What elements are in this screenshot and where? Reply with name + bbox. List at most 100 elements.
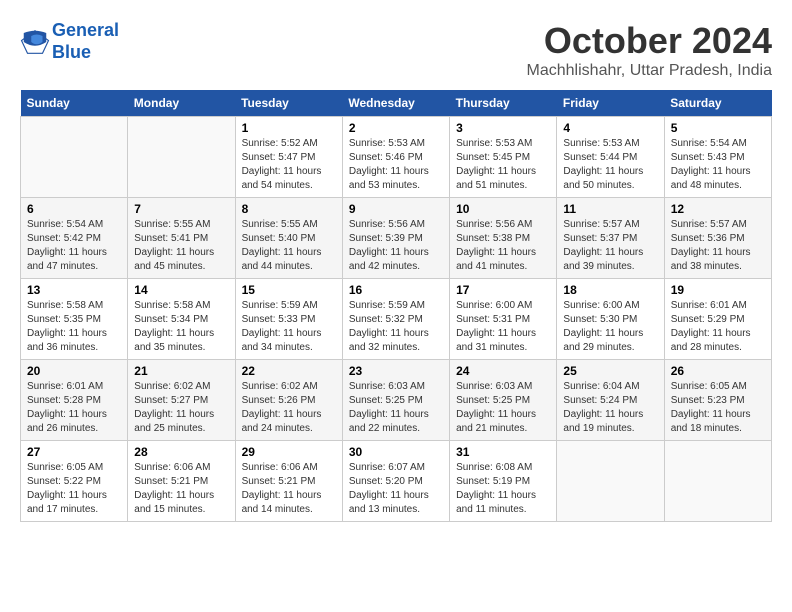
calendar-table: SundayMondayTuesdayWednesdayThursdayFrid… <box>20 90 772 522</box>
day-number: 18 <box>563 283 657 297</box>
day-number: 14 <box>134 283 228 297</box>
day-info: Sunrise: 5:58 AM Sunset: 5:35 PM Dayligh… <box>27 299 121 355</box>
weekday-header-wednesday: Wednesday <box>342 90 449 117</box>
day-number: 28 <box>134 445 228 459</box>
logo-icon <box>20 27 50 57</box>
calendar-cell: 10Sunrise: 5:56 AM Sunset: 5:38 PM Dayli… <box>450 198 557 279</box>
day-number: 29 <box>242 445 336 459</box>
calendar-cell: 6Sunrise: 5:54 AM Sunset: 5:42 PM Daylig… <box>21 198 128 279</box>
header: General Blue October 2024 Machhlishahr, … <box>20 20 772 80</box>
calendar-cell: 18Sunrise: 6:00 AM Sunset: 5:30 PM Dayli… <box>557 279 664 360</box>
calendar-cell: 22 Sunrise: 6:02 AM Sunset: 5:26 PM Dayli… <box>235 360 342 441</box>
day-info: Sunrise: 6:01 AM Sunset: 5:29 PM Dayligh… <box>671 299 765 355</box>
calendar-cell: 28Sunrise: 6:06 AM Sunset: 5:21 PM Dayli… <box>128 441 235 522</box>
calendar-cell: 13 Sunrise: 5:58 AM Sunset: 5:35 PM Dayli… <box>21 279 128 360</box>
weekday-header-sunday: Sunday <box>21 90 128 117</box>
day-number: 27 <box>27 445 121 459</box>
day-number: 22 <box>242 364 336 378</box>
day-number: 24 <box>456 364 550 378</box>
day-info: Sunrise: 5:52 AM Sunset: 5:47 PM Dayligh… <box>242 137 336 193</box>
day-number: 8 <box>242 202 336 216</box>
calendar-cell: 11Sunrise: 5:57 AM Sunset: 5:37 PM Dayli… <box>557 198 664 279</box>
day-info: Sunrise: 5:57 AM Sunset: 5:37 PM Dayligh… <box>563 218 657 274</box>
day-info: Sunrise: 6:05 AM Sunset: 5:22 PM Dayligh… <box>27 461 121 517</box>
day-number: 15 <box>242 283 336 297</box>
calendar-cell: 4Sunrise: 5:53 AM Sunset: 5:44 PM Daylig… <box>557 117 664 198</box>
month-title: October 2024 <box>527 20 772 62</box>
day-number: 21 <box>134 364 228 378</box>
day-info: Sunrise: 5:55 AM Sunset: 5:40 PM Dayligh… <box>242 218 336 274</box>
calendar-cell: 27 Sunrise: 6:05 AM Sunset: 5:22 PM Dayli… <box>21 441 128 522</box>
calendar-cell: 21 Sunrise: 6:02 AM Sunset: 5:27 PM Dayli… <box>128 360 235 441</box>
day-info: Sunrise: 6:02 AM Sunset: 5:27 PM Dayligh… <box>134 380 228 436</box>
day-number: 26 <box>671 364 765 378</box>
day-info: Sunrise: 6:03 AM Sunset: 5:25 PM Dayligh… <box>349 380 443 436</box>
logo-line1: General <box>52 20 119 40</box>
day-number: 2 <box>349 121 443 135</box>
day-info: Sunrise: 5:54 AM Sunset: 5:43 PM Dayligh… <box>671 137 765 193</box>
calendar-cell: 1 Sunrise: 5:52 AM Sunset: 5:47 PM Daylig… <box>235 117 342 198</box>
week-row-2: 6Sunrise: 5:54 AM Sunset: 5:42 PM Daylig… <box>21 198 772 279</box>
day-number: 17 <box>456 283 550 297</box>
day-number: 25 <box>563 364 657 378</box>
location-title: Machhlishahr, Uttar Pradesh, India <box>527 62 772 80</box>
day-info: Sunrise: 6:07 AM Sunset: 5:20 PM Dayligh… <box>349 461 443 517</box>
weekday-header-tuesday: Tuesday <box>235 90 342 117</box>
day-info: Sunrise: 5:59 AM Sunset: 5:32 PM Dayligh… <box>349 299 443 355</box>
day-info: Sunrise: 5:53 AM Sunset: 5:46 PM Dayligh… <box>349 137 443 193</box>
logo: General Blue <box>20 20 119 63</box>
calendar-cell: 16 Sunrise: 5:59 AM Sunset: 5:32 PM Dayli… <box>342 279 449 360</box>
day-info: Sunrise: 5:56 AM Sunset: 5:38 PM Dayligh… <box>456 218 550 274</box>
calendar-cell: 24 Sunrise: 6:03 AM Sunset: 5:25 PM Dayli… <box>450 360 557 441</box>
calendar-cell: 25 Sunrise: 6:04 AM Sunset: 5:24 PM Dayli… <box>557 360 664 441</box>
calendar-cell: 23 Sunrise: 6:03 AM Sunset: 5:25 PM Dayli… <box>342 360 449 441</box>
day-info: Sunrise: 6:03 AM Sunset: 5:25 PM Dayligh… <box>456 380 550 436</box>
day-info: Sunrise: 6:01 AM Sunset: 5:28 PM Dayligh… <box>27 380 121 436</box>
logo-line2: Blue <box>52 42 91 62</box>
day-info: Sunrise: 6:00 AM Sunset: 5:31 PM Dayligh… <box>456 299 550 355</box>
calendar-cell: 8 Sunrise: 5:55 AM Sunset: 5:40 PM Daylig… <box>235 198 342 279</box>
day-number: 5 <box>671 121 765 135</box>
day-number: 23 <box>349 364 443 378</box>
week-row-4: 20Sunrise: 6:01 AM Sunset: 5:28 PM Dayli… <box>21 360 772 441</box>
weekday-header-friday: Friday <box>557 90 664 117</box>
day-info: Sunrise: 5:58 AM Sunset: 5:34 PM Dayligh… <box>134 299 228 355</box>
day-number: 12 <box>671 202 765 216</box>
calendar-cell: 17 Sunrise: 6:00 AM Sunset: 5:31 PM Dayli… <box>450 279 557 360</box>
week-row-3: 13 Sunrise: 5:58 AM Sunset: 5:35 PM Dayli… <box>21 279 772 360</box>
day-number: 6 <box>27 202 121 216</box>
calendar-cell <box>557 441 664 522</box>
calendar-cell: 26 Sunrise: 6:05 AM Sunset: 5:23 PM Dayli… <box>664 360 771 441</box>
calendar-cell: 20Sunrise: 6:01 AM Sunset: 5:28 PM Dayli… <box>21 360 128 441</box>
calendar-cell: 9 Sunrise: 5:56 AM Sunset: 5:39 PM Daylig… <box>342 198 449 279</box>
calendar-cell: 29 Sunrise: 6:06 AM Sunset: 5:21 PM Dayli… <box>235 441 342 522</box>
day-info: Sunrise: 6:05 AM Sunset: 5:23 PM Dayligh… <box>671 380 765 436</box>
day-number: 13 <box>27 283 121 297</box>
day-info: Sunrise: 5:59 AM Sunset: 5:33 PM Dayligh… <box>242 299 336 355</box>
day-info: Sunrise: 6:06 AM Sunset: 5:21 PM Dayligh… <box>242 461 336 517</box>
week-row-5: 27 Sunrise: 6:05 AM Sunset: 5:22 PM Dayli… <box>21 441 772 522</box>
day-number: 7 <box>134 202 228 216</box>
day-info: Sunrise: 6:04 AM Sunset: 5:24 PM Dayligh… <box>563 380 657 436</box>
logo-text: General Blue <box>52 20 119 63</box>
day-info: Sunrise: 6:02 AM Sunset: 5:26 PM Dayligh… <box>242 380 336 436</box>
day-info: Sunrise: 5:53 AM Sunset: 5:44 PM Dayligh… <box>563 137 657 193</box>
calendar-cell: 19Sunrise: 6:01 AM Sunset: 5:29 PM Dayli… <box>664 279 771 360</box>
day-number: 31 <box>456 445 550 459</box>
day-info: Sunrise: 5:57 AM Sunset: 5:36 PM Dayligh… <box>671 218 765 274</box>
calendar-cell: 5 Sunrise: 5:54 AM Sunset: 5:43 PM Daylig… <box>664 117 771 198</box>
calendar-cell: 12 Sunrise: 5:57 AM Sunset: 5:36 PM Dayli… <box>664 198 771 279</box>
day-number: 16 <box>349 283 443 297</box>
calendar-cell: 14 Sunrise: 5:58 AM Sunset: 5:34 PM Dayli… <box>128 279 235 360</box>
day-number: 3 <box>456 121 550 135</box>
weekday-header-monday: Monday <box>128 90 235 117</box>
day-info: Sunrise: 6:08 AM Sunset: 5:19 PM Dayligh… <box>456 461 550 517</box>
calendar-cell <box>21 117 128 198</box>
day-number: 9 <box>349 202 443 216</box>
day-number: 1 <box>242 121 336 135</box>
title-area: October 2024 Machhlishahr, Uttar Pradesh… <box>527 20 772 80</box>
day-info: Sunrise: 5:56 AM Sunset: 5:39 PM Dayligh… <box>349 218 443 274</box>
day-info: Sunrise: 5:55 AM Sunset: 5:41 PM Dayligh… <box>134 218 228 274</box>
calendar-cell: 31 Sunrise: 6:08 AM Sunset: 5:19 PM Dayli… <box>450 441 557 522</box>
day-info: Sunrise: 5:53 AM Sunset: 5:45 PM Dayligh… <box>456 137 550 193</box>
